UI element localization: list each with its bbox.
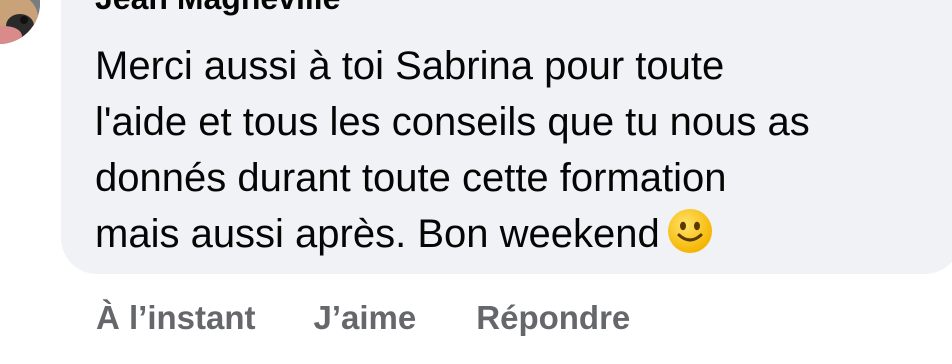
- avatar-photo: [0, 0, 40, 44]
- avatar[interactable]: [0, 0, 40, 44]
- like-button[interactable]: J’aime: [314, 299, 417, 337]
- comment-timestamp[interactable]: À l’instant: [96, 299, 256, 337]
- reply-button[interactable]: Répondre: [476, 299, 630, 337]
- comment-thread: Jean Magneville Merci aussi à toi Sabrin…: [0, 0, 952, 364]
- smiling-face-emoji: [666, 207, 714, 255]
- comment-actions: À l’instant J’aime Répondre: [96, 296, 630, 340]
- comment-body: Merci aussi à toi Sabrina pour toute l'a…: [95, 38, 925, 262]
- comment-author[interactable]: Jean Magneville: [95, 0, 340, 18]
